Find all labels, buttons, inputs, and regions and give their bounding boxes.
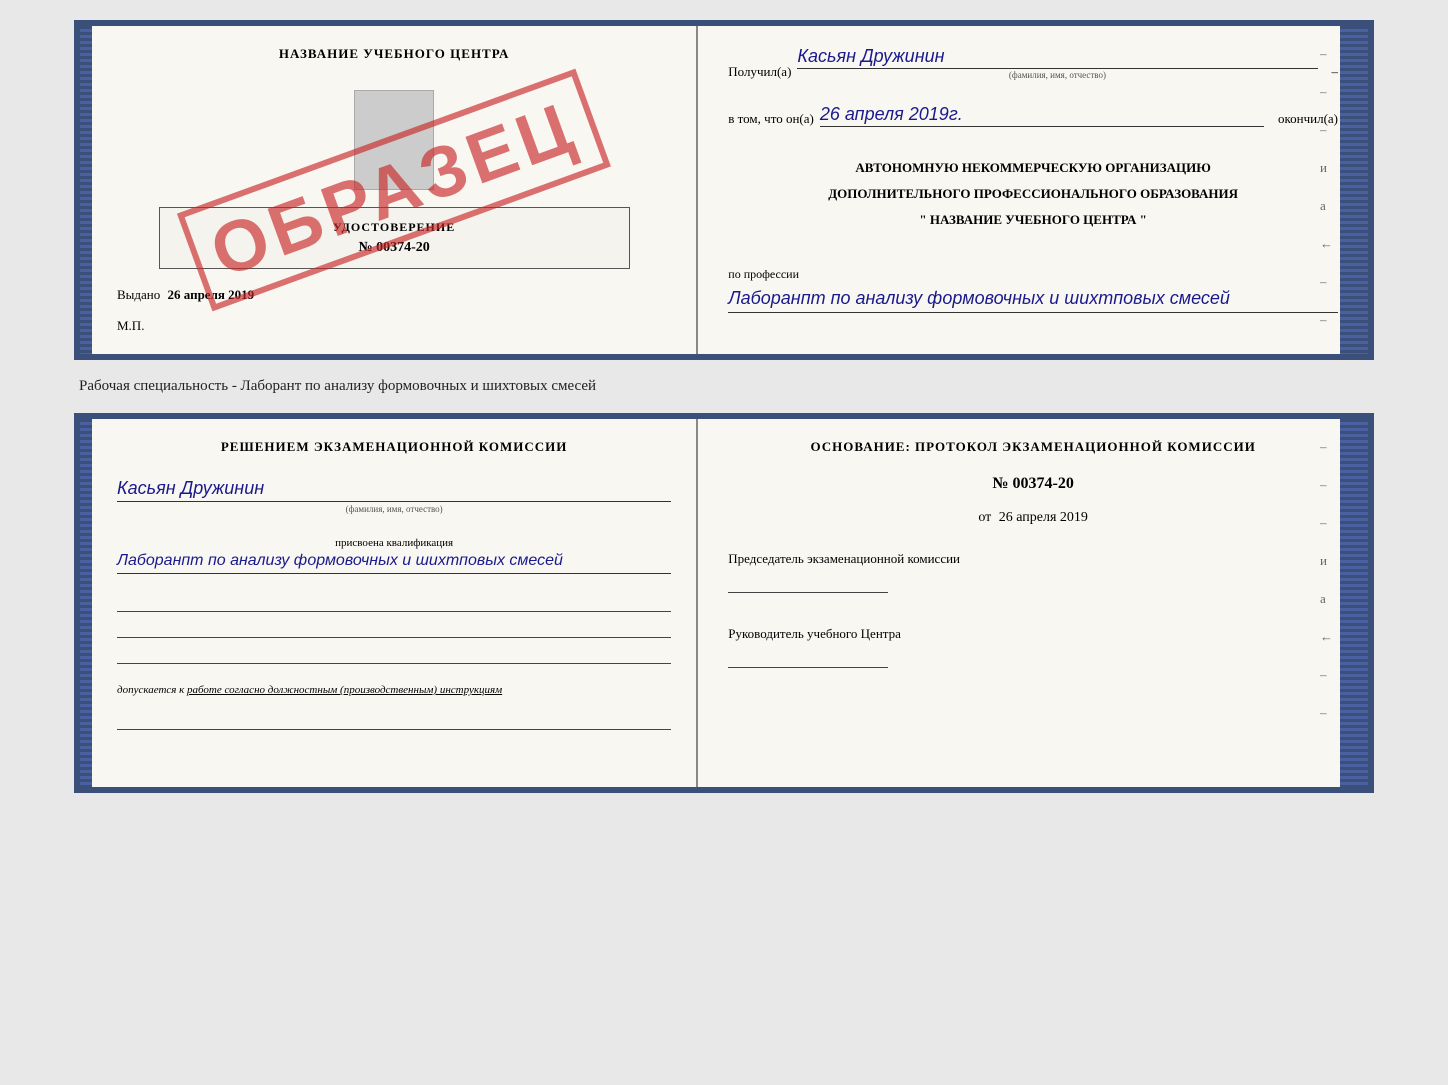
specialty-text: Рабочая специальность - Лаборант по анал… xyxy=(74,378,1374,395)
issued-date: 26 апреля 2019 xyxy=(168,287,255,302)
osnov-title: Основание: протокол экзаменационной коми… xyxy=(728,439,1338,455)
cert-mp: М.П. xyxy=(117,318,144,334)
chairman-signature-line xyxy=(728,573,888,593)
допуск-label: допускается к xyxy=(117,684,184,696)
org-block: АВТОНОМНУЮ НЕКОММЕРЧЕСКУЮ ОРГАНИЗАЦИЮ ДО… xyxy=(728,153,1338,235)
qualification-label: присвоена квалификация xyxy=(117,537,671,549)
protocol-number: № 00374-20 xyxy=(728,475,1338,493)
photo-placeholder xyxy=(354,90,434,190)
bottom-name-sub: (фамилия, имя, отчество) xyxy=(117,504,671,514)
protocol-date: от 26 апреля 2019 xyxy=(728,510,1338,526)
cert-inner-title: УДОСТОВЕРЕНИЕ xyxy=(180,220,609,235)
profession-label: по профессии xyxy=(728,267,1338,282)
org-line1: АВТОНОМНУЮ НЕКОММЕРЧЕСКУЮ ОРГАНИЗАЦИЮ xyxy=(728,158,1338,179)
cert-left-title: НАЗВАНИЕ УЧЕБНОГО ЦЕНТРА xyxy=(279,46,510,62)
document-container: НАЗВАНИЕ УЧЕБНОГО ЦЕНТРА УДОСТОВЕРЕНИЕ №… xyxy=(74,20,1374,793)
profession-block: по профессии Лаборанпт по анализу формов… xyxy=(728,259,1338,313)
right-dashes-top: – – – и а ← – – xyxy=(1320,46,1333,328)
received-label: Получил(а) xyxy=(728,64,791,80)
line-3 xyxy=(117,646,671,664)
spine-left-bottom xyxy=(80,419,92,787)
line-2 xyxy=(117,620,671,638)
cert-issued: Выдано 26 апреля 2019 xyxy=(117,287,671,303)
chairman-block: Председатель экзаменационной комиссии xyxy=(728,550,1338,593)
допуск-value: работе согласно должностным (производств… xyxy=(187,684,502,696)
line-4 xyxy=(117,712,671,730)
head-label: Руководитель учебного Центра xyxy=(728,625,1338,643)
bottom-lines-left xyxy=(117,594,671,664)
received-sub: (фамилия, имя, отчество) xyxy=(797,70,1317,80)
cert-inner-box: УДОСТОВЕРЕНИЕ № 00374-20 xyxy=(159,207,630,269)
date-row: в том, что он(а) 26 апреля 2019г. окончи… xyxy=(728,104,1338,127)
допуск-bottom-line xyxy=(117,712,671,730)
received-row: Получил(а) Касьян Дружинин (фамилия, имя… xyxy=(728,46,1338,80)
org-line2: ДОПОЛНИТЕЛЬНОГО ПРОФЕССИОНАЛЬНОГО ОБРАЗО… xyxy=(728,184,1338,205)
head-signature-line xyxy=(728,648,888,668)
cert-left-panel: НАЗВАНИЕ УЧЕБНОГО ЦЕНТРА УДОСТОВЕРЕНИЕ №… xyxy=(92,26,698,354)
head-block: Руководитель учебного Центра xyxy=(728,625,1338,668)
bottom-name-value: Касьян Дружинин xyxy=(117,478,671,502)
bottom-left-panel: Решением экзаменационной комиссии Касьян… xyxy=(92,419,698,787)
spine-left-top xyxy=(80,26,92,354)
profession-value: Лаборанпт по анализу формовочных и шихтп… xyxy=(728,285,1338,313)
qualification-value: Лаборанпт по анализу формовочных и шихтп… xyxy=(117,549,671,574)
date-value: 26 апреля 2019г. xyxy=(820,104,1264,127)
bottom-right-panel: Основание: протокол экзаменационной коми… xyxy=(698,419,1368,787)
date-label: в том, что он(а) xyxy=(728,111,814,127)
bottom-name-block: Касьян Дружинин (фамилия, имя, отчество) xyxy=(117,478,671,514)
допуск-block: допускается к работе согласно должностны… xyxy=(117,684,671,696)
org-line3: " НАЗВАНИЕ УЧЕБНОГО ЦЕНТРА " xyxy=(728,210,1338,231)
issued-label: Выдано xyxy=(117,287,160,302)
decision-title: Решением экзаменационной комиссии xyxy=(117,439,671,455)
cert-right-panel: Получил(а) Касьян Дружинин (фамилия, имя… xyxy=(698,26,1368,354)
chairman-label: Председатель экзаменационной комиссии xyxy=(728,550,1338,568)
right-stripe-bottom xyxy=(1340,419,1368,787)
right-dashes-bottom: – – – и а ← – – xyxy=(1320,439,1333,721)
cert-number: № 00374-20 xyxy=(180,240,609,256)
received-name: Касьян Дружинин xyxy=(797,46,1317,69)
top-certificate-book: НАЗВАНИЕ УЧЕБНОГО ЦЕНТРА УДОСТОВЕРЕНИЕ №… xyxy=(74,20,1374,360)
line-1 xyxy=(117,594,671,612)
bottom-certificate-book: Решением экзаменационной комиссии Касьян… xyxy=(74,413,1374,793)
right-stripe-top xyxy=(1340,26,1368,354)
qualification-block: присвоена квалификация Лаборанпт по анал… xyxy=(117,532,671,574)
date-prefix: от xyxy=(978,510,991,525)
protocol-date-value: 26 апреля 2019 xyxy=(999,510,1088,525)
